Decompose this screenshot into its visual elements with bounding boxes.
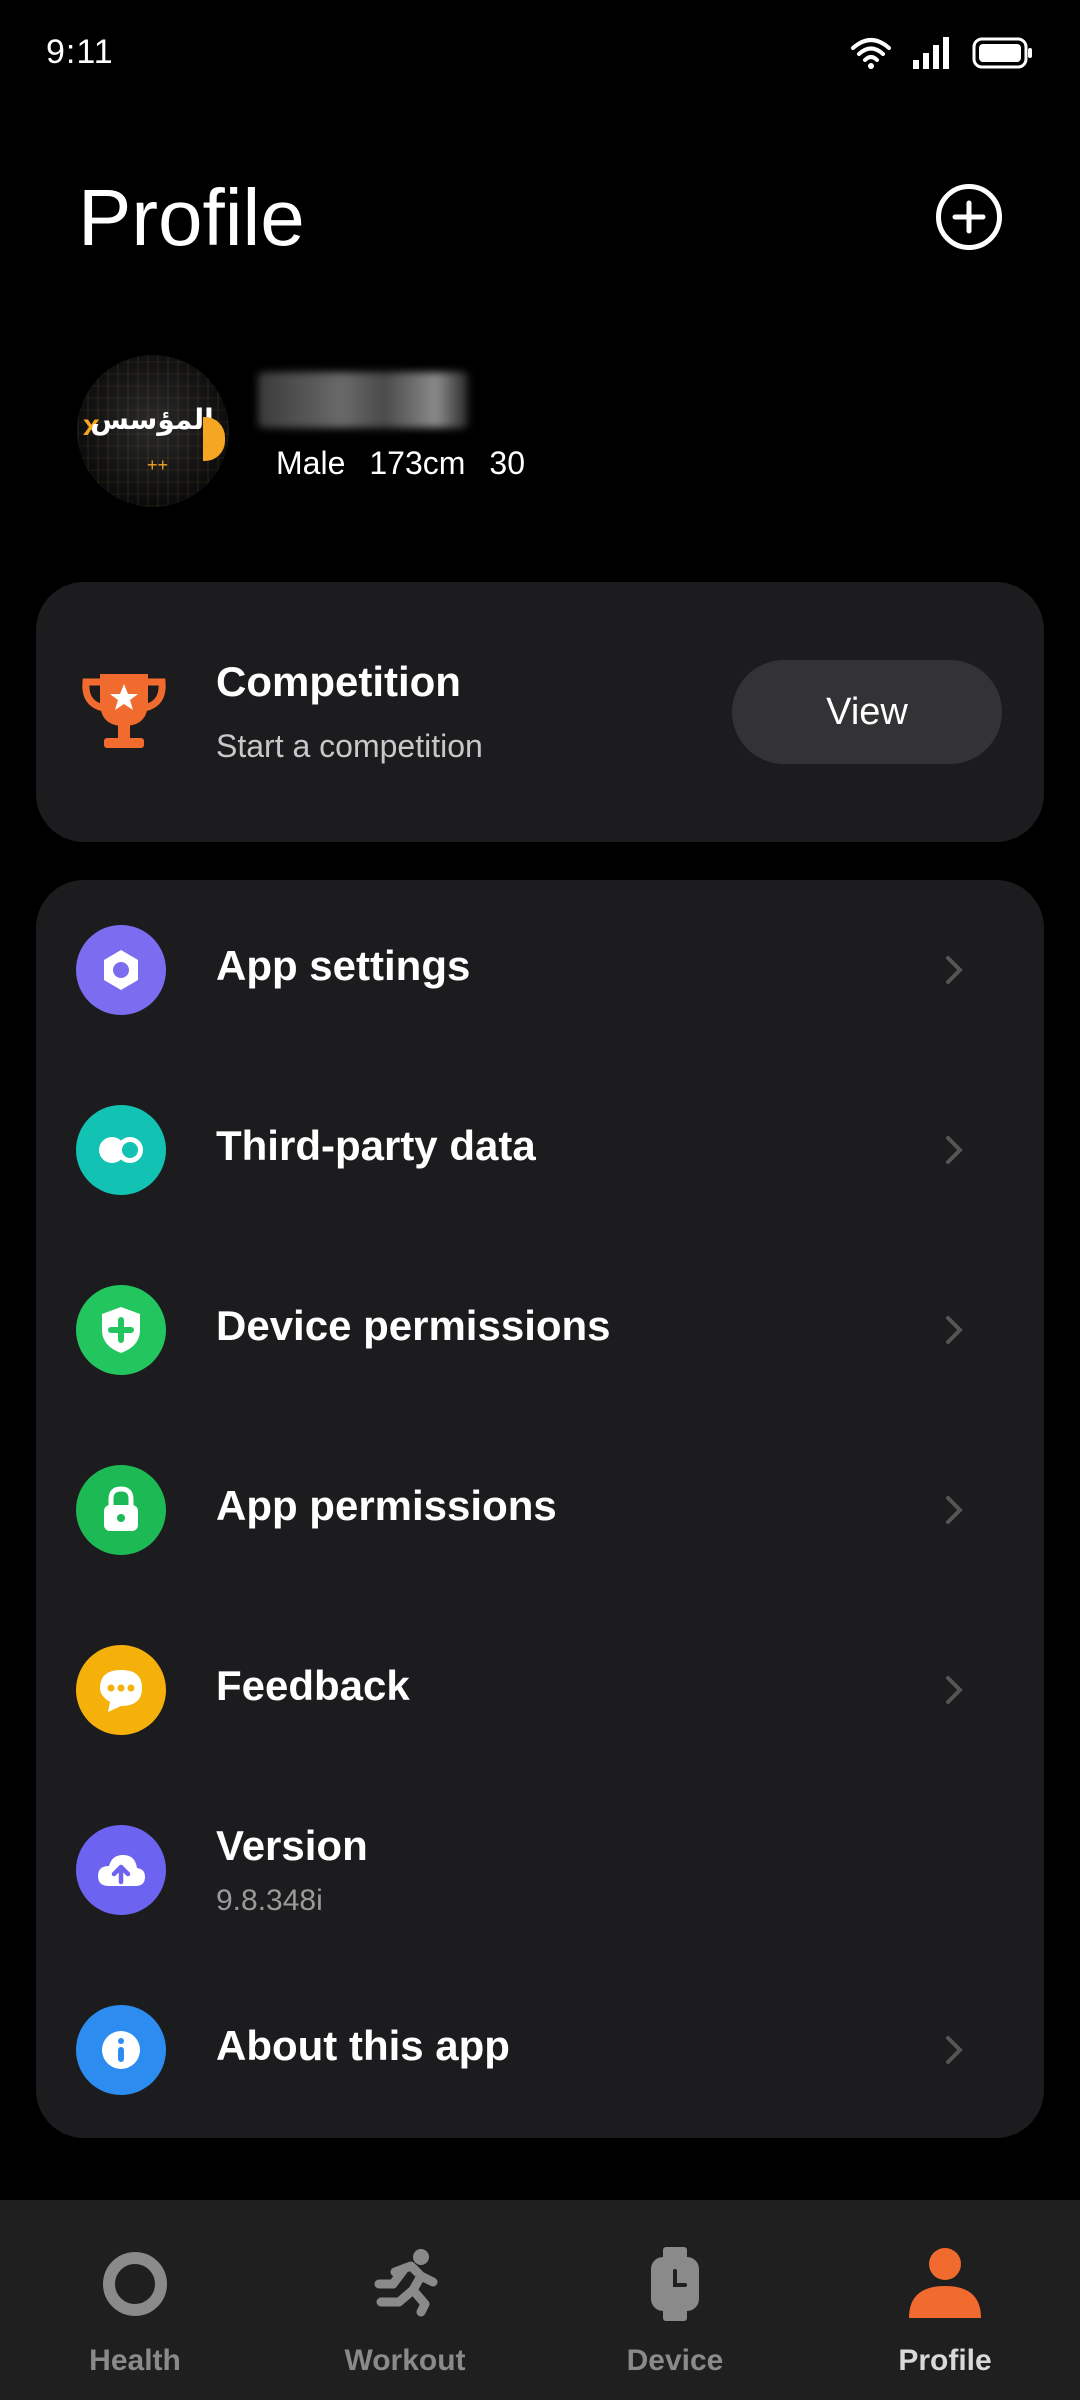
nav-label: Health [89,2344,181,2377]
list-item-version[interactable]: Version 9.8.348i [36,1780,1044,1960]
page-title: Profile [78,173,305,262]
list-item-label: Version [216,1822,368,1869]
list-item-label: Feedback [216,1662,410,1709]
chevron-right-icon [946,1316,963,1344]
battery-icon [972,37,1032,68]
plus-icon [952,200,986,234]
settings-list: App settings Third-party data Device per… [36,880,1044,2138]
list-item-about-this-app[interactable]: About this app [36,1960,1044,2140]
list-item-third-party-data[interactable]: Third-party data [36,1060,1044,1240]
version-number: 9.8.348i [216,1884,323,1917]
view-button[interactable]: View [732,660,1002,764]
nav-item-device[interactable]: Device [540,2200,810,2400]
list-item-label: App settings [216,942,471,989]
user-gender: Male [276,445,346,481]
chevron-right-icon [946,956,963,984]
competition-title: Competition [216,658,461,705]
user-name-redacted [258,372,468,428]
gear-icon [76,925,166,1015]
running-icon [365,2244,445,2324]
wifi-icon [851,37,891,69]
chevron-right-icon [946,1496,963,1524]
nav-item-workout[interactable]: Workout [270,2200,540,2400]
list-item-label: App permissions [216,1482,557,1529]
lock-icon [76,1465,166,1555]
shield-icon [76,1285,166,1375]
cloud-upload-icon [76,1825,166,1915]
trophy-icon [82,674,166,748]
nav-item-health[interactable]: Health [0,2200,270,2400]
chevron-right-icon [946,1136,963,1164]
list-item-feedback[interactable]: Feedback [36,1600,1044,1780]
avatar-dots: ++ [147,455,169,475]
info-icon [76,2005,166,2095]
ring-icon [95,2244,175,2324]
chevron-right-icon [946,2036,963,2064]
competition-card[interactable]: Competition Start a competition View [36,582,1044,842]
add-button[interactable] [936,184,1002,250]
list-item-label: Device permissions [216,1302,611,1349]
watch-icon [635,2244,715,2324]
avatar-logo-text: المؤسس [90,403,214,436]
list-item-label: About this app [216,2022,510,2069]
list-item-label: Third-party data [216,1122,536,1169]
person-icon [905,2244,985,2324]
user-stats: Male 173cm 30 [276,445,525,482]
link-icon [76,1105,166,1195]
nav-label: Workout [344,2344,466,2377]
avatar[interactable]: x المؤسس ++ [77,355,229,507]
list-item-app-settings[interactable]: App settings [36,880,1044,1060]
nav-label: Device [626,2344,724,2377]
signal-icon [913,36,949,69]
status-icons [850,36,1034,70]
list-item-app-permissions[interactable]: App permissions [36,1420,1044,1600]
nav-label: Profile [898,2344,992,2377]
status-bar: 9:11 [0,0,1080,105]
status-time: 9:11 [46,33,114,71]
chat-icon [76,1645,166,1735]
competition-subtitle: Start a competition [216,728,483,764]
nav-item-profile[interactable]: Profile [810,2200,1080,2400]
user-height: 173cm [369,445,466,481]
chevron-right-icon [946,1676,963,1704]
list-item-device-permissions[interactable]: Device permissions [36,1240,1044,1420]
bottom-nav: Health Workout Device Profile [0,2200,1080,2400]
user-age: 30 [489,445,525,481]
